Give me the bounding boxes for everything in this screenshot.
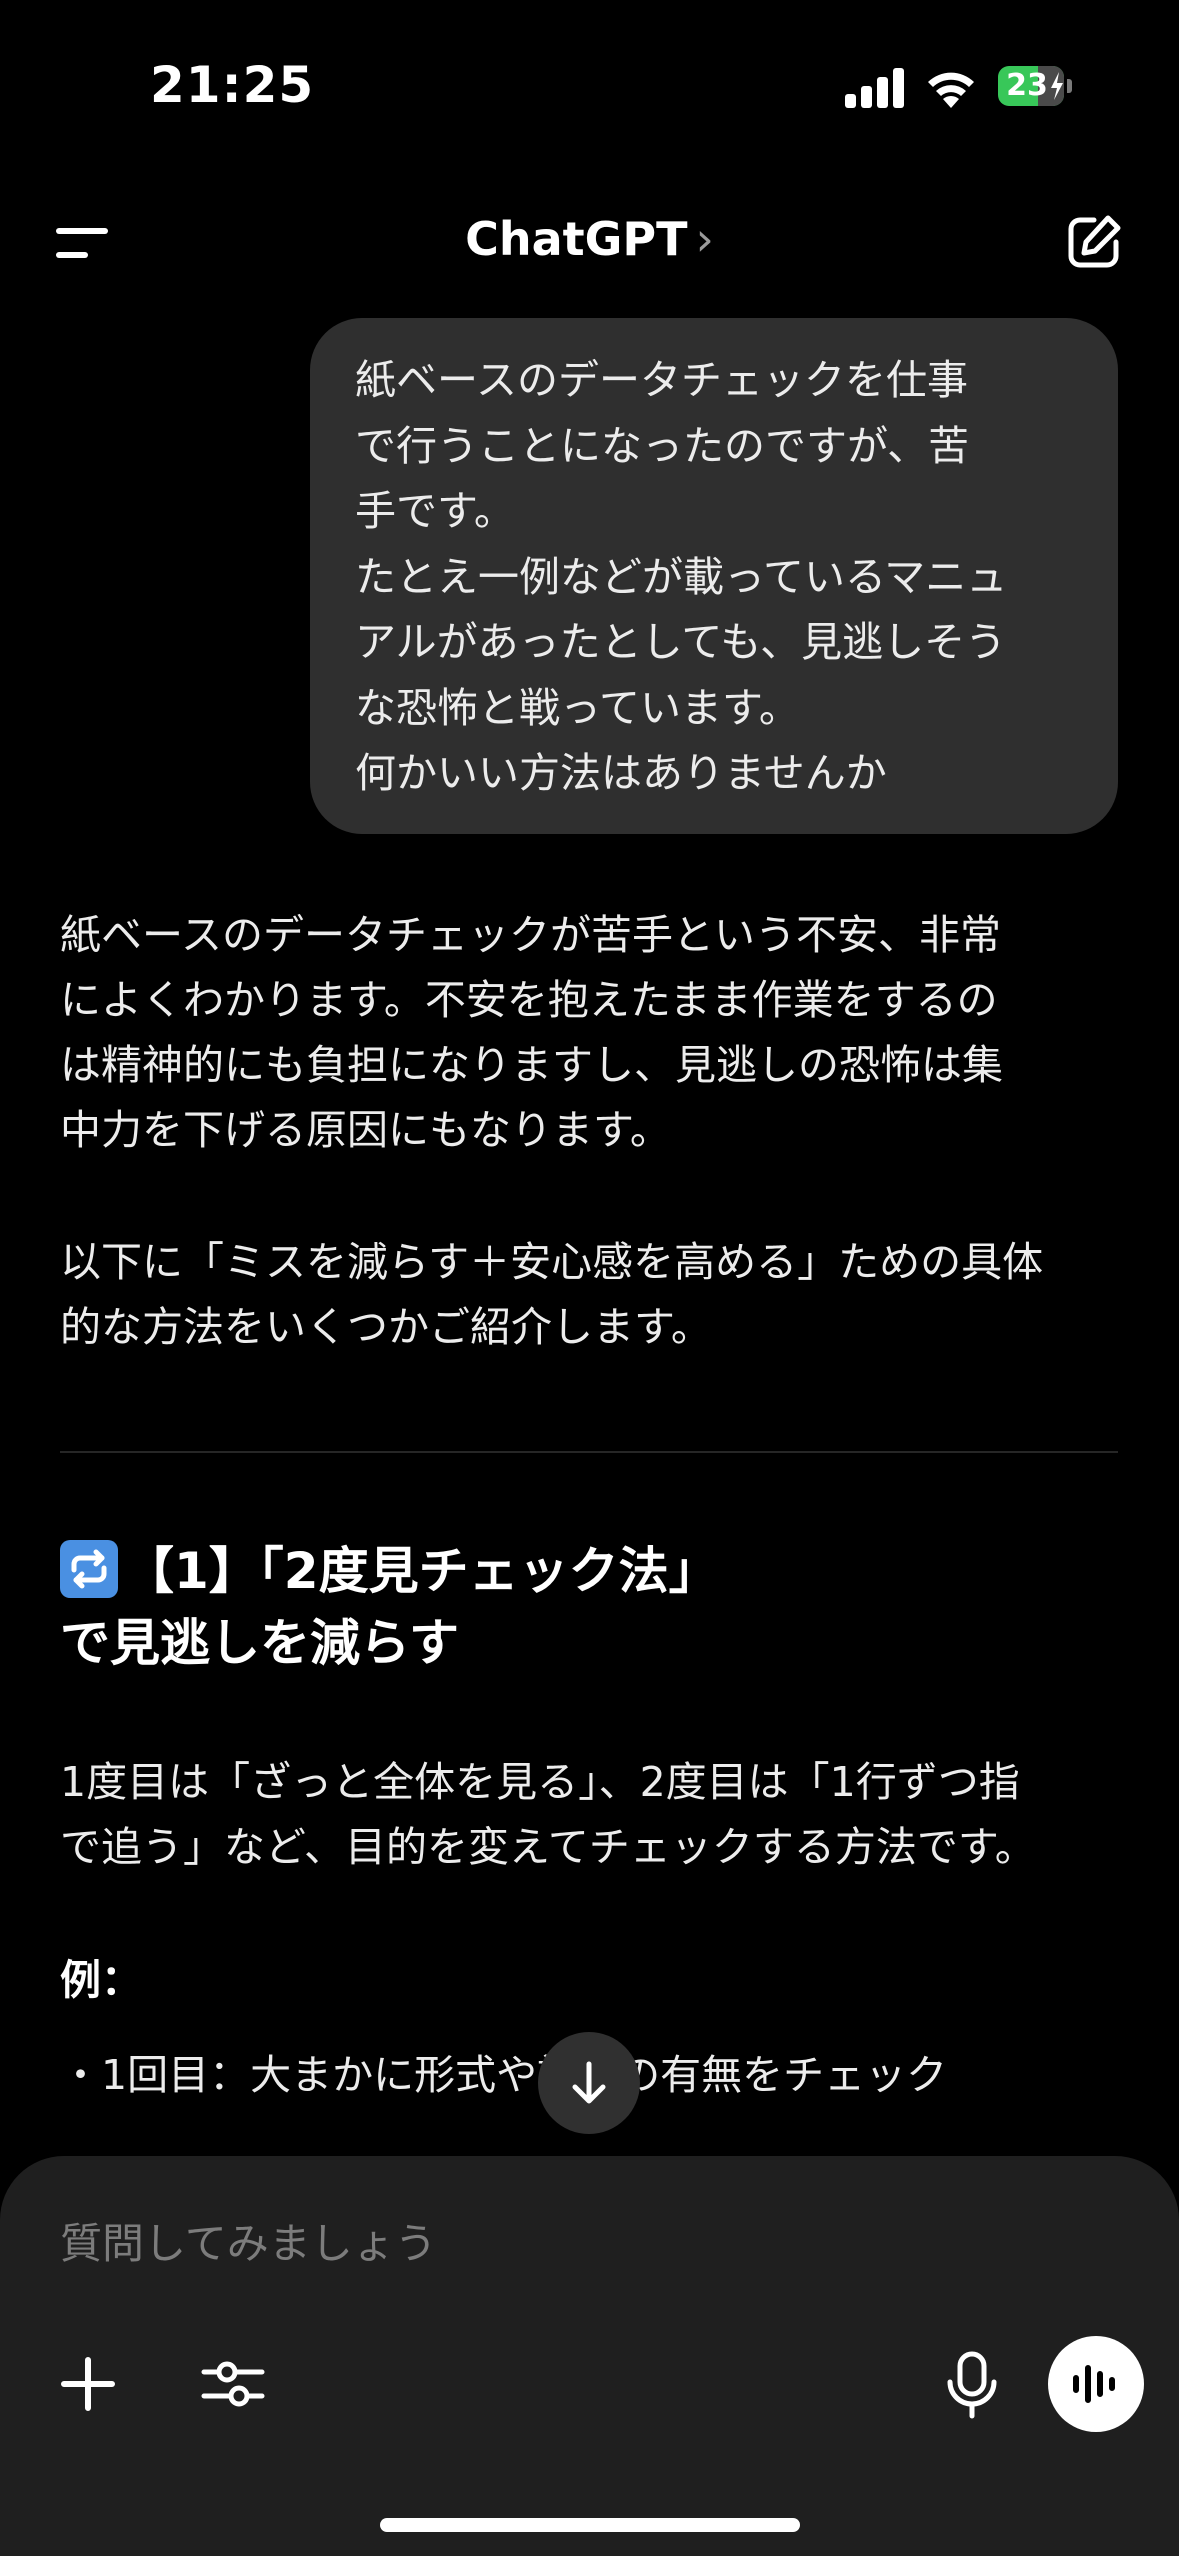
microphone-icon[interactable] [944,2350,1000,2420]
assistant-paragraph-2: 以下に「ミスを減らす＋安心感を高める」ための具体 的な方法をいくつかご紹介します… [60,1238,1044,1351]
user-message-bubble: 紙ベースのデータチェックを仕事 で行うことになったのですが、苦 手です。 たとえ… [310,318,1118,834]
wifi-icon [928,72,974,108]
arrow-down-icon [572,2061,606,2104]
home-indicator [380,2518,800,2532]
plus-icon[interactable] [60,2356,116,2412]
model-selector[interactable]: ChatGPT › [0,212,1179,266]
voice-waveform-icon [1073,2365,1115,2403]
section-heading: 【1】「2度見チェック法」 で見逃しを減らす [60,1535,1130,1679]
repeat-icon [60,1540,118,1598]
section-body: 1度目は「ざっと全体を見る」、2度目は「1行ずつ指 で追う」など、目的を変えてチ… [60,1758,1036,1871]
status-time: 21:25 [150,56,315,114]
example-label: 例： [60,1956,142,2004]
message-input[interactable]: 質問してみましょう [60,2210,437,2271]
sliders-icon[interactable] [200,2350,266,2416]
scroll-down-button[interactable] [538,2032,640,2134]
voice-mode-button[interactable] [1048,2336,1144,2432]
divider [60,1451,1118,1453]
chevron-right-icon: › [695,212,714,266]
compose-icon[interactable] [1064,212,1124,272]
assistant-paragraph-1: 紙ベースのデータチェックが苦手という不安、非常 によくわかります。不安を抱えたま… [60,911,1003,1154]
section-heading-text: 【1】「2度見チェック法」 で見逃しを減らす [60,1542,719,1672]
cellular-signal-icon [845,68,905,108]
page-title: ChatGPT [465,212,688,266]
battery-icon: 23 [998,66,1074,106]
battery-percent: 23 [1006,68,1048,103]
